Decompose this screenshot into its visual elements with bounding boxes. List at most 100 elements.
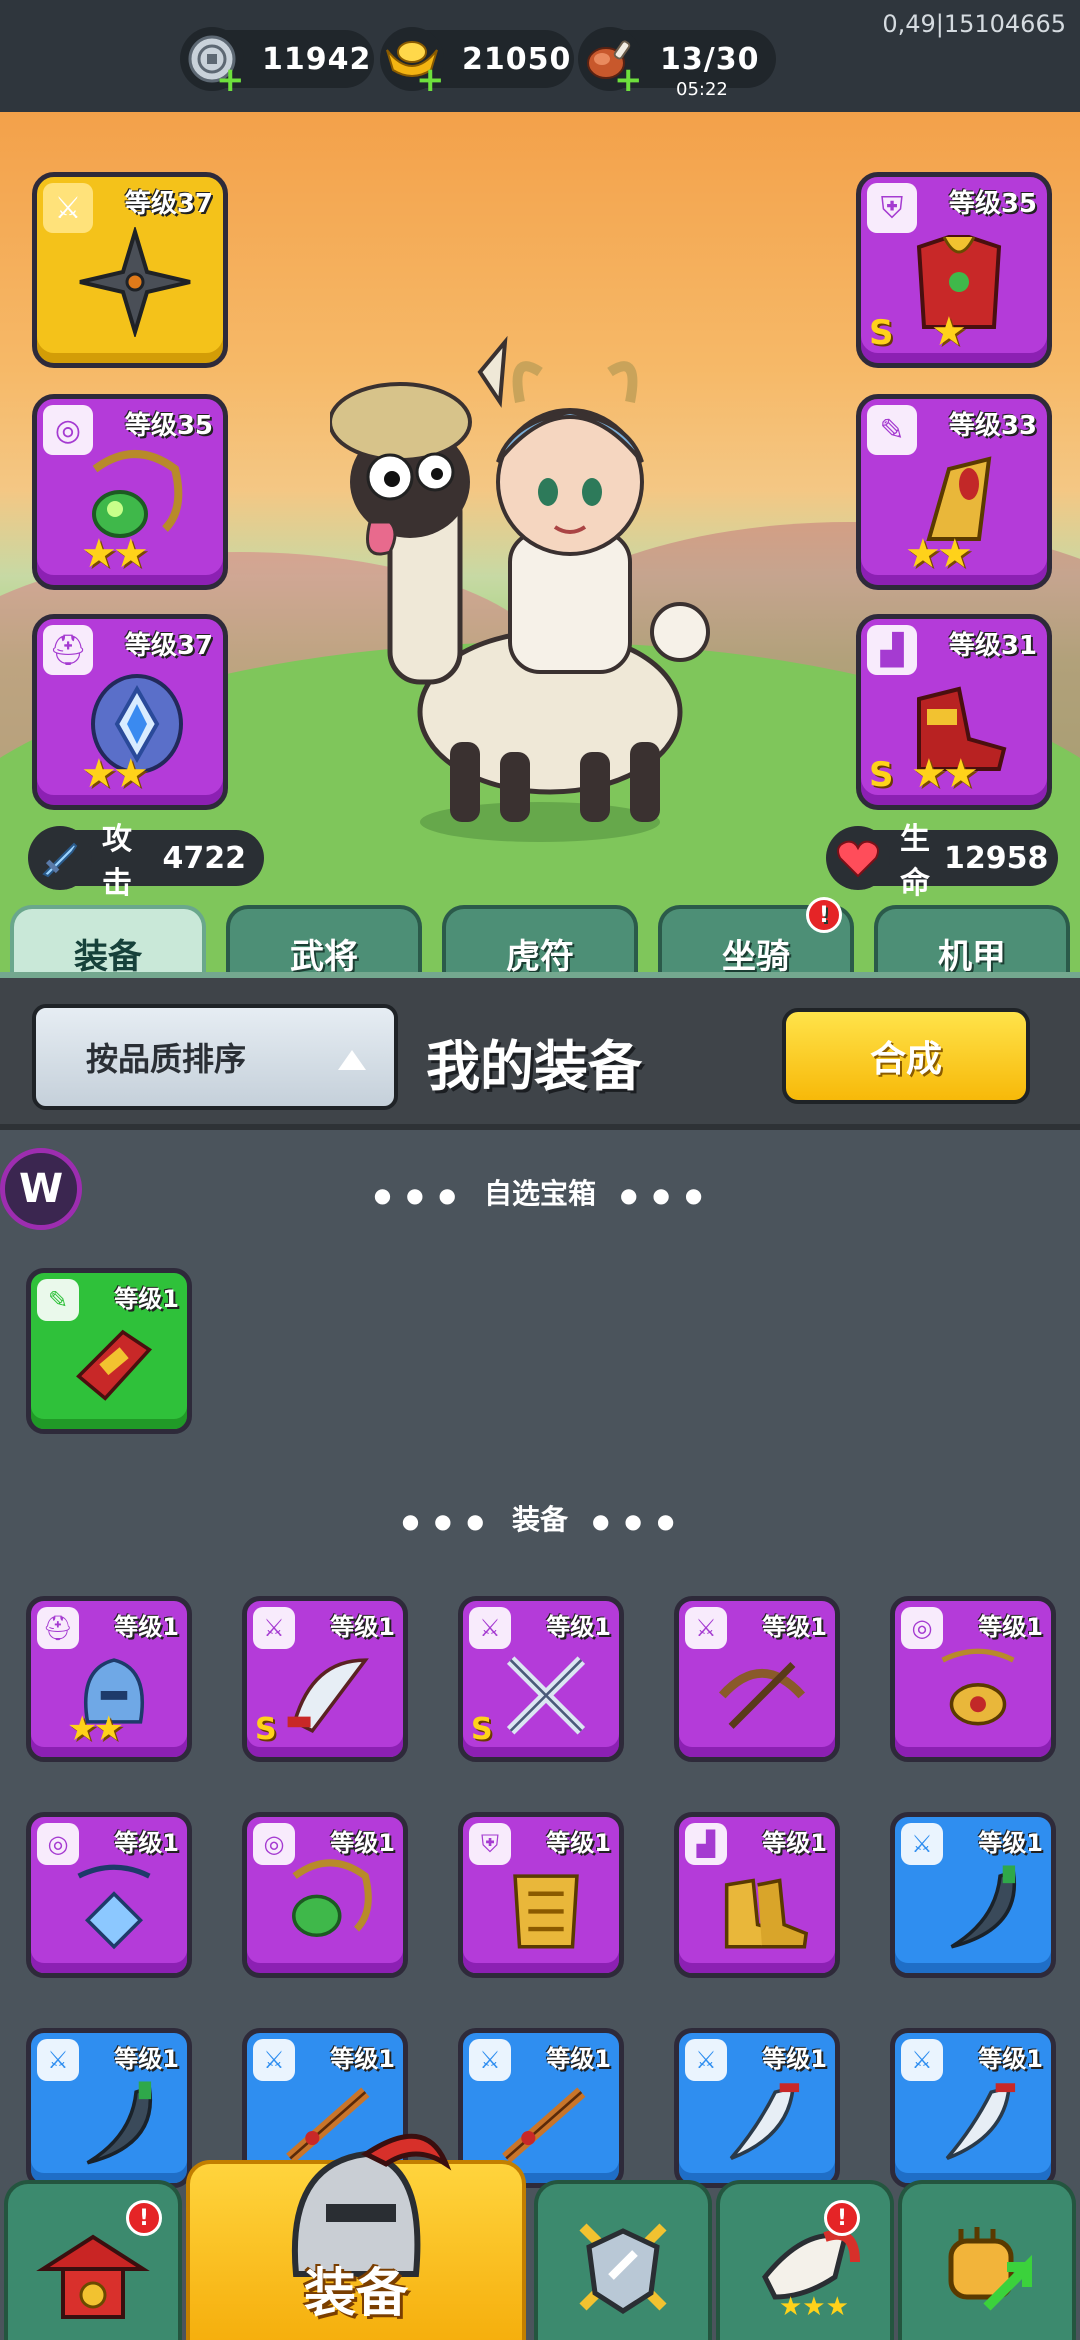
equip-slot-helmet[interactable]: ⛑ 等级37 ★★ bbox=[32, 614, 228, 810]
equipment-item[interactable]: ⚔ 等级1 bbox=[26, 2028, 192, 2188]
item-level: 等级1 bbox=[330, 1829, 395, 1857]
star-rating: ★★ bbox=[911, 751, 979, 797]
equipment-item[interactable]: ◎ 等级1 bbox=[890, 1596, 1056, 1762]
equipment-item[interactable]: ⚔ 等级1 bbox=[674, 1596, 840, 1762]
blue-pendant-icon bbox=[77, 1864, 151, 1950]
nav-events[interactable]: ★★★ ! bbox=[716, 2180, 894, 2340]
equipment-toolbar: 按品质排序 我的装备 合成 bbox=[0, 972, 1080, 1130]
equipment-item[interactable]: ⛑ 等级1 ★★ bbox=[26, 1596, 192, 1762]
slot-level: 等级35 bbox=[948, 189, 1037, 219]
slot-level: 等级37 bbox=[124, 631, 213, 661]
version-text: 0,49|15104665 bbox=[882, 10, 1066, 38]
sort-label: 按品质排序 bbox=[86, 1040, 247, 1078]
add-stamina-icon[interactable]: + bbox=[614, 60, 643, 100]
nav-battle[interactable] bbox=[534, 2180, 712, 2340]
item-level: 等级1 bbox=[546, 2045, 611, 2073]
stamina-value: 13/30 bbox=[660, 41, 760, 77]
equip-slot-bracer[interactable]: ✎ 等级33 ★★ bbox=[856, 394, 1052, 590]
item-level: 等级1 bbox=[978, 2045, 1043, 2073]
star-rating: ★ bbox=[931, 309, 967, 355]
sort-by-quality-button[interactable]: 按品质排序 bbox=[32, 1004, 398, 1110]
nav-equipment[interactable]: 装备 bbox=[186, 2133, 526, 2340]
broadsword-icon bbox=[945, 2083, 1016, 2160]
stamina-counter[interactable]: 13/30 + 05:22 bbox=[578, 27, 776, 100]
item-level: 等级1 bbox=[978, 1613, 1043, 1641]
bracer-icon: ✎ bbox=[867, 405, 917, 455]
equipment-item[interactable]: ▟ 等级1 bbox=[674, 1812, 840, 1978]
item-level: 等级1 bbox=[762, 2045, 827, 2073]
helmet-icon: ⛑ bbox=[43, 625, 93, 675]
section-title-text: 自选宝箱 bbox=[483, 1177, 596, 1210]
page-title: 我的装备 bbox=[426, 1035, 642, 1098]
broadsword-icon bbox=[729, 2083, 800, 2160]
svg-text:★★★: ★★★ bbox=[779, 2292, 849, 2322]
equipment-item[interactable]: ◎ 等级1 bbox=[26, 1812, 192, 1978]
top-resource-bar: 0,49|15104665 11942 + 21050 + 13/30 + 05… bbox=[0, 0, 1080, 112]
dots-right: ● ● ● bbox=[620, 1183, 707, 1207]
item-level: 等级1 bbox=[762, 1613, 827, 1641]
sword-icon: ⚔ bbox=[43, 183, 93, 233]
gold-boots-icon bbox=[724, 1878, 809, 1949]
gold-value: 21050 bbox=[462, 41, 572, 77]
section-title-text: 装备 bbox=[511, 1503, 568, 1536]
boot-icon: ▟ bbox=[867, 625, 917, 675]
crossbow-icon bbox=[718, 1662, 806, 1729]
equipment-item[interactable]: ⚔ 等级1 bbox=[674, 2028, 840, 2188]
equipment-item[interactable]: ◎ 等级1 bbox=[242, 1812, 408, 1978]
shuriken-icon bbox=[79, 227, 191, 337]
dots-right: ● ● ● bbox=[592, 1509, 679, 1533]
category-tabs: 装备 武将 虎符 坐骑 ! 机甲 bbox=[0, 897, 1080, 995]
stamina-timer: 05:22 bbox=[676, 79, 728, 100]
attack-label: 攻击 bbox=[102, 822, 132, 901]
medal-icon: ◎ bbox=[43, 405, 93, 455]
dots-left: ● ● ● bbox=[401, 1509, 488, 1533]
equip-slot-boots[interactable]: ▟ 等级31 S ★★ bbox=[856, 614, 1052, 810]
s-rank-badge: S bbox=[255, 1712, 277, 1747]
item-level: 等级1 bbox=[114, 2045, 179, 2073]
add-gold-icon[interactable]: + bbox=[416, 60, 445, 100]
slot-level: 等级37 bbox=[124, 189, 213, 219]
nav-upgrade[interactable] bbox=[898, 2180, 1076, 2340]
item-level: 等级1 bbox=[546, 1613, 611, 1641]
equipment-item[interactable]: ⚔ 等级1 bbox=[890, 1812, 1056, 1978]
bottom-navigation: ! 装备 ★★★ ! bbox=[0, 2133, 1080, 2340]
notification-badge: ! bbox=[126, 2200, 162, 2236]
notification-badge: ! bbox=[824, 2200, 860, 2236]
attack-stat: 攻击 4722 bbox=[28, 822, 264, 901]
star-rating: ★★ bbox=[81, 751, 149, 797]
armor-icon: ⛨ bbox=[867, 183, 917, 233]
dots-left: ● ● ● bbox=[373, 1183, 460, 1207]
equipment-item[interactable]: ⚔ 等级1 S bbox=[458, 1596, 624, 1762]
gold-counter[interactable]: 21050 + bbox=[380, 27, 574, 100]
equipment-item[interactable]: ⛨ 等级1 bbox=[458, 1812, 624, 1978]
combine-button[interactable]: 合成 bbox=[782, 1008, 1030, 1104]
s-rank-badge: S bbox=[869, 755, 894, 795]
scimitar-icon bbox=[86, 2081, 153, 2165]
star-rating: ★★ bbox=[67, 1709, 124, 1749]
chest-section-title: ● ● ● 自选宝箱 ● ● ● bbox=[0, 1172, 1080, 1212]
slot-level: 等级35 bbox=[124, 411, 213, 441]
hp-value: 12958 bbox=[944, 840, 1049, 876]
slot-level: 等级31 bbox=[948, 631, 1037, 661]
add-silver-icon[interactable]: + bbox=[216, 60, 245, 100]
chest-item[interactable]: ✎ 等级1 bbox=[26, 1268, 192, 1434]
item-level: 等级1 bbox=[546, 1829, 611, 1857]
equip-slot-weapon[interactable]: ⚔ 等级37 bbox=[32, 172, 228, 368]
equip-slot-necklace[interactable]: ◎ 等级35 ★★ bbox=[32, 394, 228, 590]
crossed-swords-icon bbox=[506, 1656, 586, 1735]
star-rating: ★★ bbox=[81, 531, 149, 577]
equipment-item[interactable]: ⚔ 等级1 S bbox=[242, 1596, 408, 1762]
item-level: 等级1 bbox=[114, 1613, 179, 1641]
slot-level: 等级33 bbox=[948, 411, 1037, 441]
musket-icon bbox=[502, 2087, 586, 2163]
attack-value: 4722 bbox=[162, 840, 247, 876]
equipment-item[interactable]: ⚔ 等级1 bbox=[890, 2028, 1056, 2188]
nav-shop[interactable]: ! bbox=[4, 2180, 182, 2340]
silver-counter[interactable]: 11942 + bbox=[180, 27, 374, 100]
item-level: 等级1 bbox=[114, 1285, 179, 1313]
gold-armor-icon bbox=[513, 1874, 579, 1949]
notification-badge: ! bbox=[806, 897, 842, 933]
silver-value: 11942 bbox=[262, 41, 372, 77]
hero-on-llama-image[interactable] bbox=[330, 332, 750, 852]
equip-slot-armor[interactable]: ⛨ 等级35 S ★ bbox=[856, 172, 1052, 368]
